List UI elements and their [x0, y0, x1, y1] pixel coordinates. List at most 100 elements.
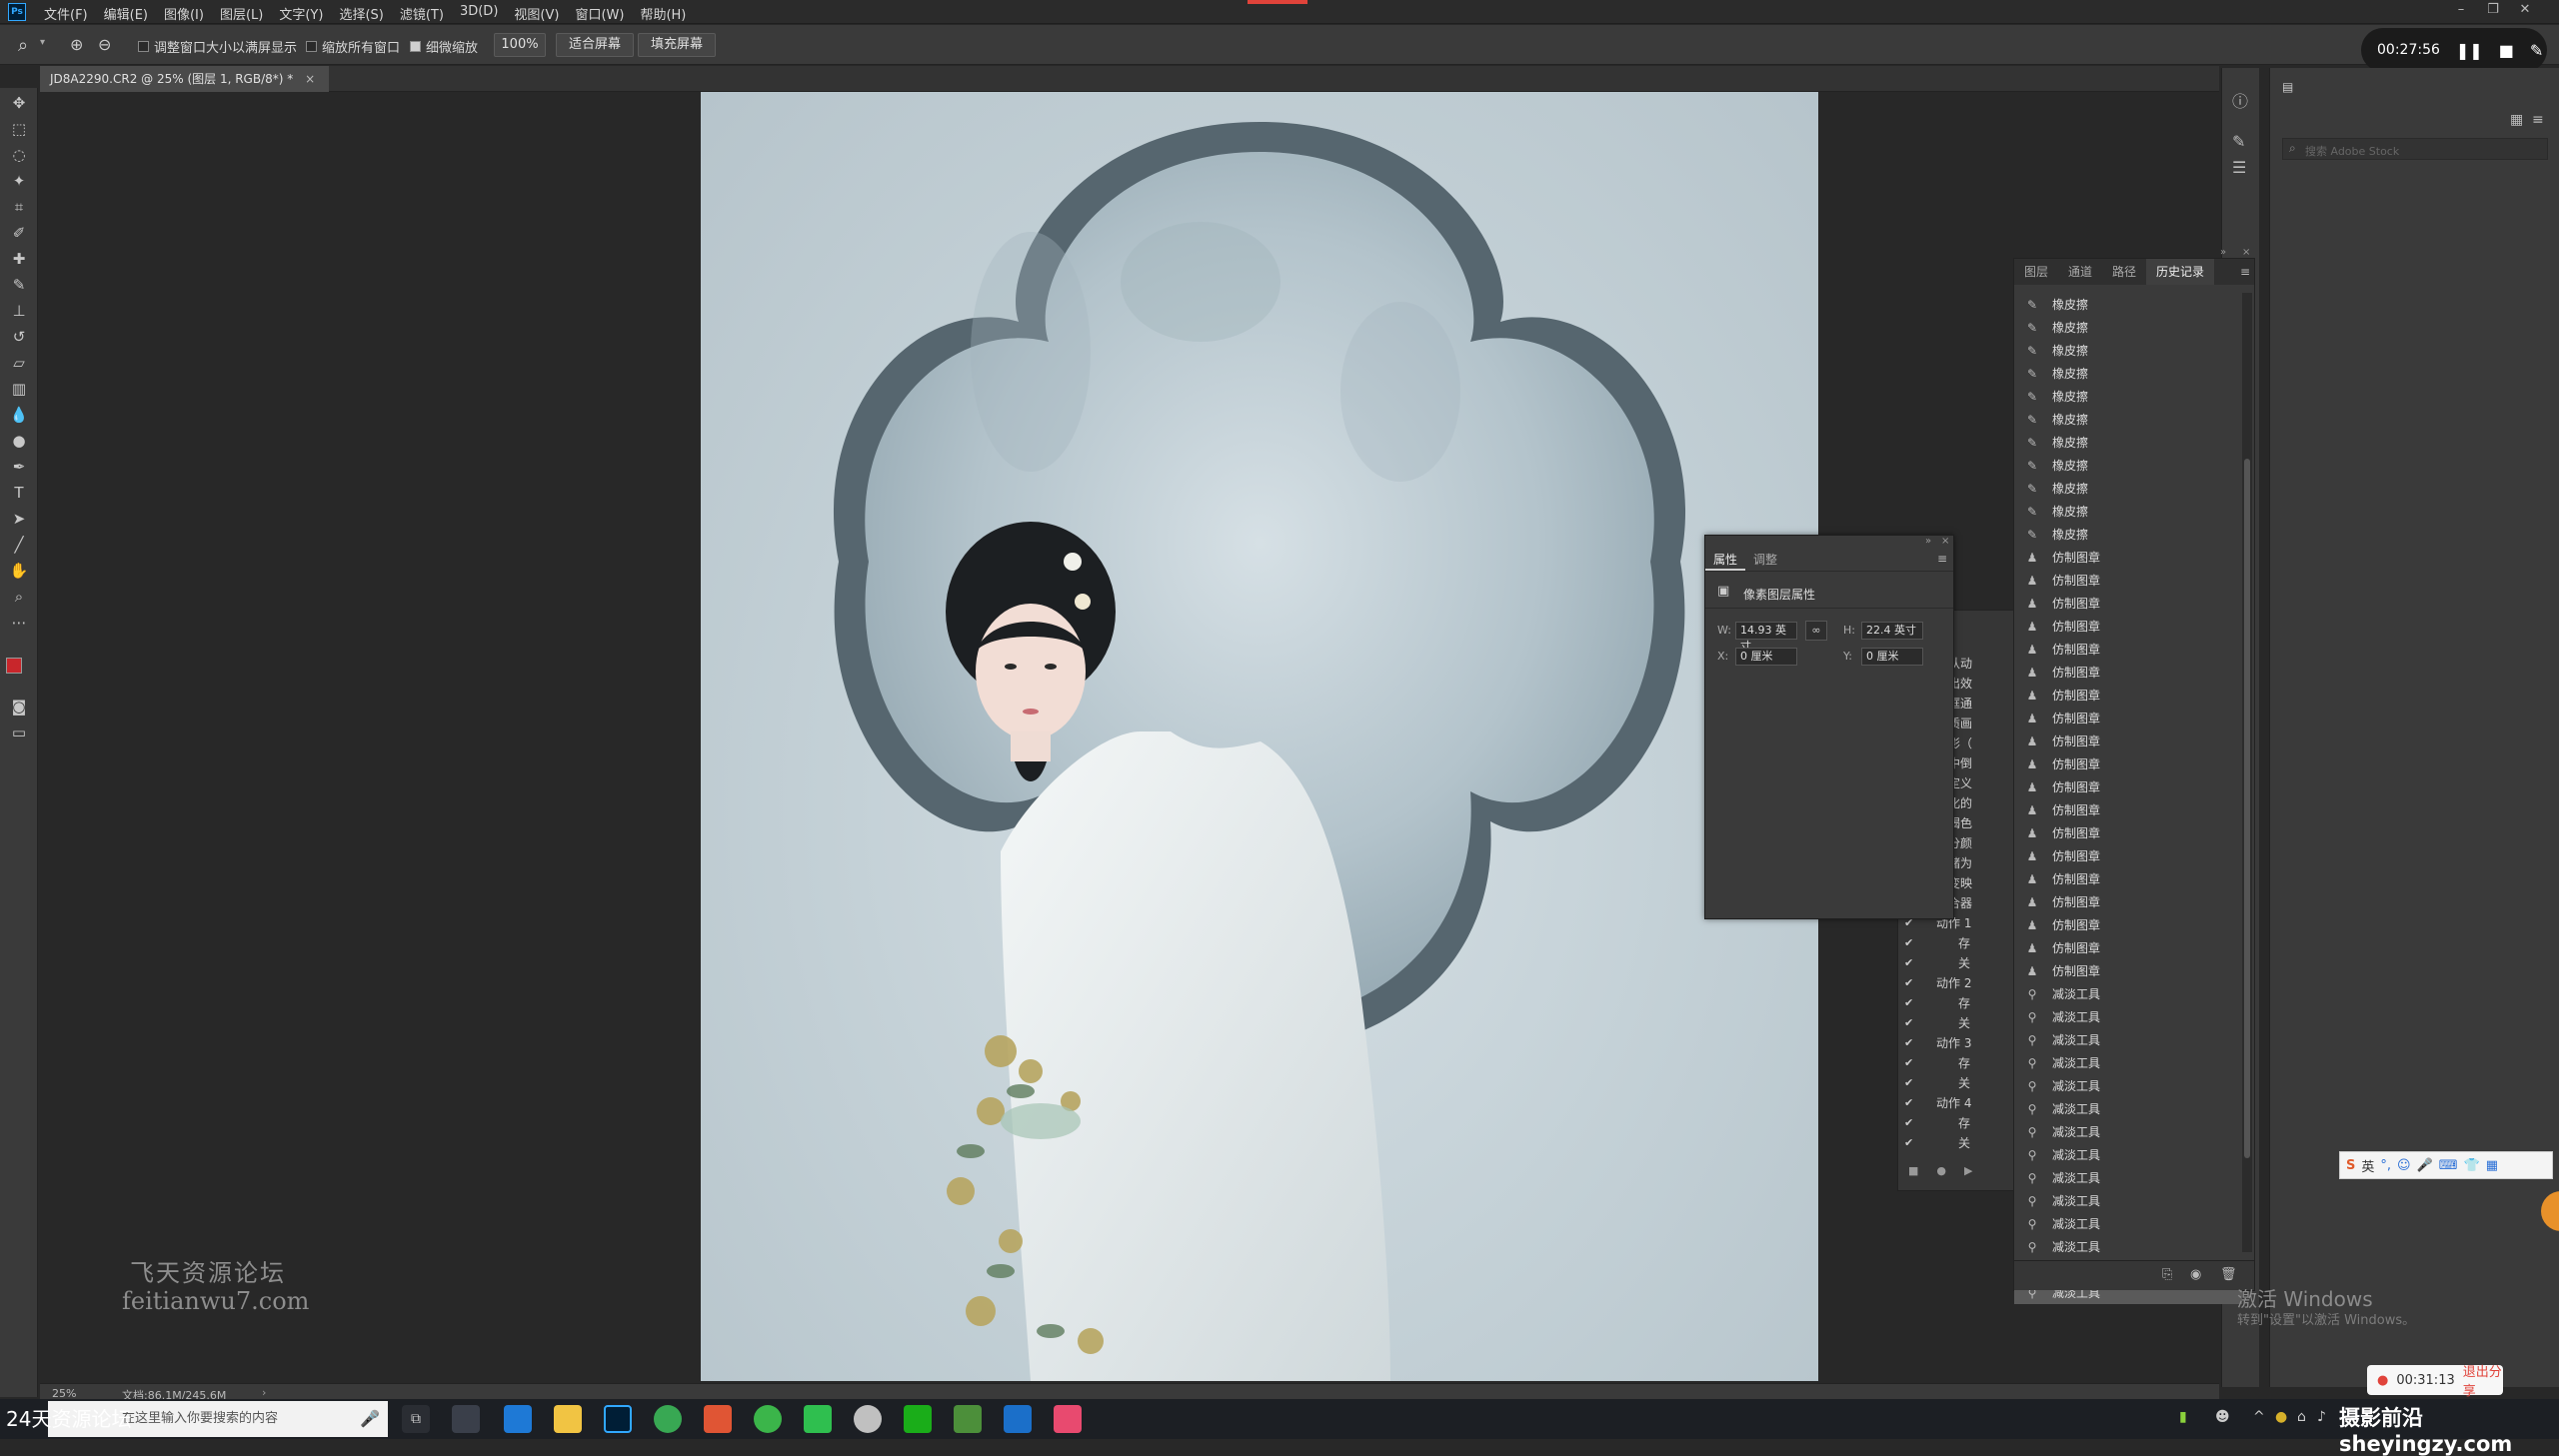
action-check-icon[interactable]: ✔: [1904, 936, 1918, 949]
history-scroll-thumb[interactable]: [2244, 459, 2250, 1158]
action-row[interactable]: ✔ 关: [1898, 1132, 2014, 1152]
emoji-icon[interactable]: ☺: [2397, 1158, 2411, 1173]
volume-icon[interactable]: ♪: [2317, 1409, 2326, 1425]
history-row[interactable]: ⚲ 减淡工具: [2014, 1166, 2242, 1189]
record-icon[interactable]: ●: [1936, 1164, 1946, 1177]
history-row[interactable]: ✎ 橡皮擦: [2014, 454, 2242, 477]
photoshop-taskbar-icon[interactable]: [604, 1405, 632, 1433]
list-view-icon[interactable]: ≡: [2532, 112, 2544, 128]
zoom-tool-icon[interactable]: ⌕: [18, 35, 28, 56]
pdf-reader-icon[interactable]: [704, 1405, 732, 1433]
file-explorer-icon[interactable]: [554, 1405, 582, 1433]
history-row[interactable]: ♟ 仿制图章: [2014, 890, 2242, 913]
move-tool-icon[interactable]: ✥: [9, 94, 29, 112]
menu-item[interactable]: 窗口(W): [575, 4, 624, 23]
menu-item[interactable]: 图像(I): [164, 4, 204, 23]
action-check-icon[interactable]: ✔: [1904, 956, 1918, 969]
panel-menu-icon[interactable]: ≡: [2240, 265, 2250, 279]
minimize-button[interactable]: –: [2451, 2, 2471, 20]
history-row[interactable]: ♟ 仿制图章: [2014, 615, 2242, 638]
history-tab[interactable]: 图层: [2014, 259, 2058, 285]
zoom-percent-field[interactable]: 100%: [494, 33, 546, 57]
history-row[interactable]: ♟ 仿制图章: [2014, 821, 2242, 844]
history-row[interactable]: ♟ 仿制图章: [2014, 684, 2242, 707]
library-search-field[interactable]: ⌕ 搜索 Adobe Stock: [2282, 138, 2548, 160]
history-row[interactable]: ✎ 橡皮擦: [2014, 385, 2242, 408]
menu-item[interactable]: 文字(Y): [279, 4, 323, 23]
menu-item[interactable]: 滤镜(T): [400, 4, 444, 23]
crop-tool-icon[interactable]: ⌗: [9, 198, 29, 216]
action-row[interactable]: ✔ 存: [1898, 932, 2014, 952]
properties-tab[interactable]: 属性: [1705, 548, 1746, 571]
pause-icon[interactable]: ❚❚: [2456, 41, 2483, 60]
gradient-tool-icon[interactable]: ▥: [9, 380, 29, 398]
height-field[interactable]: 22.4 英寸: [1861, 622, 1923, 640]
history-row[interactable]: ♟ 仿制图章: [2014, 913, 2242, 936]
action-check-icon[interactable]: ✔: [1904, 1116, 1918, 1129]
history-row[interactable]: ⚲ 减淡工具: [2014, 1143, 2242, 1166]
document-tab[interactable]: JD8A2290.CR2 @ 25% (图层 1, RGB/8*) * ×: [40, 66, 330, 92]
history-row[interactable]: ♟ 仿制图章: [2014, 707, 2242, 729]
history-row[interactable]: ♟ 仿制图章: [2014, 798, 2242, 821]
snapshot-icon[interactable]: ◉: [2190, 1267, 2201, 1282]
close-button[interactable]: ✕: [2515, 2, 2535, 20]
history-row[interactable]: ♟ 仿制图章: [2014, 661, 2242, 684]
clone-stamp-icon[interactable]: ⊥: [9, 302, 29, 320]
grid-icon[interactable]: ▦: [2486, 1158, 2498, 1173]
history-tab[interactable]: 历史记录: [2146, 259, 2215, 285]
history-row[interactable]: ✎ 橡皮擦: [2014, 293, 2242, 316]
tray-app-icon[interactable]: ●: [2275, 1409, 2287, 1425]
history-row[interactable]: ⚲ 减淡工具: [2014, 1212, 2242, 1235]
history-row[interactable]: ✎ 橡皮擦: [2014, 431, 2242, 454]
grid-view-icon[interactable]: ▦: [2510, 112, 2523, 128]
stop-icon[interactable]: ■: [1908, 1164, 1918, 1177]
edge-icon[interactable]: [504, 1405, 532, 1433]
action-check-icon[interactable]: ✔: [1904, 1016, 1918, 1029]
link-icon[interactable]: ∞: [1805, 621, 1827, 641]
history-row[interactable]: ⚲ 减淡工具: [2014, 1074, 2242, 1097]
people-icon[interactable]: ☻: [2215, 1409, 2230, 1425]
action-check-icon[interactable]: ✔: [1904, 1096, 1918, 1109]
chevron-right-icon[interactable]: ›: [262, 1386, 266, 1399]
history-row[interactable]: ✎ 橡皮擦: [2014, 500, 2242, 523]
pen-tool-icon[interactable]: ✒: [9, 458, 29, 476]
play-icon[interactable]: ▶: [1964, 1164, 1972, 1177]
action-check-icon[interactable]: ✔: [1904, 1036, 1918, 1049]
zoom-tool-icon[interactable]: ⌕: [9, 588, 29, 606]
hand-tool-icon[interactable]: ✋: [9, 562, 29, 580]
foreground-color-swatch[interactable]: [6, 658, 22, 674]
history-tab[interactable]: 通道: [2058, 259, 2102, 285]
action-row[interactable]: ✔ 动作 3: [1898, 1032, 2014, 1052]
close-panel-icon[interactable]: ×: [1941, 536, 1949, 547]
history-row[interactable]: ⚲ 减淡工具: [2014, 1005, 2242, 1028]
new-document-icon[interactable]: ⎘: [2162, 1267, 2172, 1282]
action-row[interactable]: ✔ 动作 2: [1898, 972, 2014, 992]
resize-windows-option[interactable]: 调整窗口大小以满屏显示: [138, 37, 297, 56]
width-field[interactable]: 14.93 英寸: [1735, 622, 1797, 653]
action-row[interactable]: ✔ 存: [1898, 992, 2014, 1012]
properties-tab[interactable]: 调整: [1745, 548, 1785, 571]
history-row[interactable]: ♟ 仿制图章: [2014, 638, 2242, 661]
menu-item[interactable]: 编辑(E): [104, 4, 148, 23]
action-row[interactable]: ✔ 关: [1898, 1072, 2014, 1092]
app-icon-1[interactable]: [452, 1405, 480, 1433]
mic-icon[interactable]: 🎤: [2417, 1158, 2433, 1173]
chrome-icon[interactable]: [654, 1405, 682, 1433]
trash-icon[interactable]: 🗑: [2220, 1267, 2237, 1282]
panel-menu-icon[interactable]: ≡: [1937, 552, 1947, 566]
history-row[interactable]: ⚲ 减淡工具: [2014, 1235, 2242, 1258]
task-view-icon[interactable]: ⧉: [402, 1405, 430, 1433]
network-icon[interactable]: ⌂: [2297, 1409, 2306, 1425]
healing-brush-icon[interactable]: ✚: [9, 250, 29, 268]
type-tool-icon[interactable]: T: [9, 484, 29, 502]
history-brush-icon[interactable]: ↺: [9, 328, 29, 346]
lasso-tool-icon[interactable]: ◌: [9, 146, 29, 164]
action-check-icon[interactable]: ✔: [1904, 1076, 1918, 1089]
dodge-tool-icon[interactable]: ●: [9, 432, 29, 450]
history-row[interactable]: ⚲ 减淡工具: [2014, 1097, 2242, 1120]
app-icon-3[interactable]: [854, 1405, 882, 1433]
punctuation-icon[interactable]: °,: [2380, 1158, 2391, 1173]
history-row[interactable]: ♟ 仿制图章: [2014, 867, 2242, 890]
action-row[interactable]: ✔ 存: [1898, 1112, 2014, 1132]
action-check-icon[interactable]: ✔: [1904, 1136, 1918, 1149]
